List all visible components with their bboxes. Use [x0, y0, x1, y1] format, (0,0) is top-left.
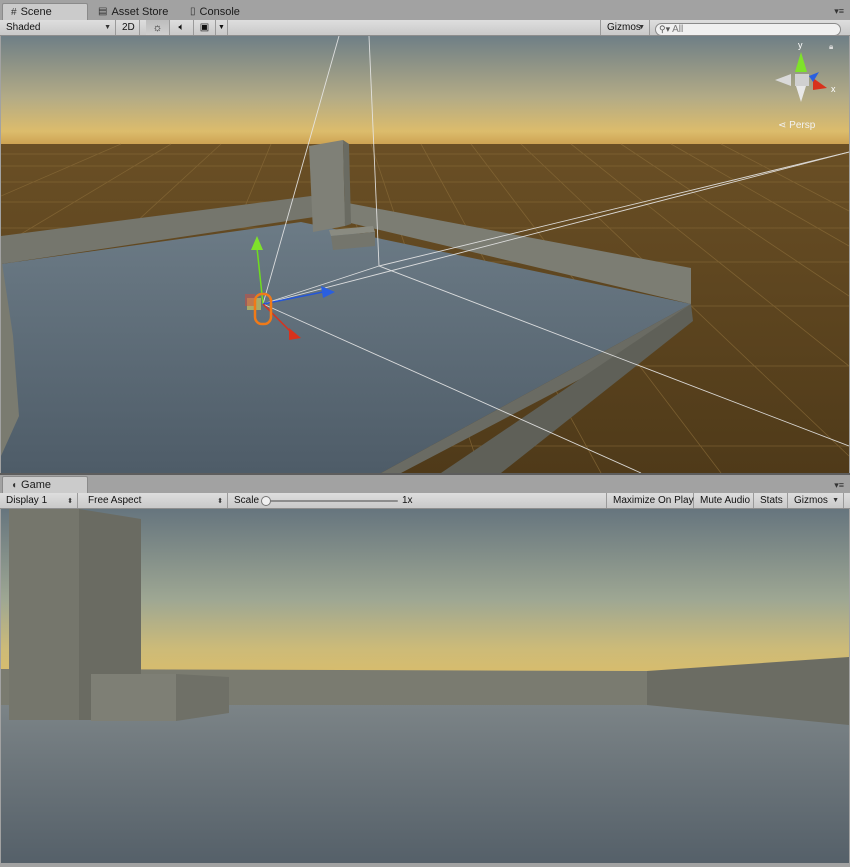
game-pillar-front — [9, 509, 79, 720]
projection-label: Persp — [789, 120, 816, 131]
sky — [1, 36, 849, 148]
scene-render — [1, 36, 849, 473]
audio-toggle[interactable]: 🔈︎ — [170, 20, 194, 35]
pacman-icon: ◖ — [11, 479, 18, 491]
projection-icon: ⋖ — [778, 120, 787, 131]
game-block-side — [176, 674, 229, 721]
pillar-front — [309, 140, 345, 232]
maximize-on-play-label: Maximize On Play — [613, 495, 694, 506]
scene-viewport[interactable]: y x 🔒︎ ⋖ Persp — [1, 36, 849, 473]
gizmo-x-label: x — [831, 84, 836, 94]
grid-icon: # — [11, 6, 17, 18]
game-toolbar: Display 1 ⬍ Free Aspect ⬍ Scale 1x Maxim… — [0, 493, 850, 509]
tab-scene[interactable]: # Scene — [2, 3, 88, 20]
chevron-down-icon: ▼ — [104, 24, 111, 31]
image-icon: ▣ — [199, 22, 210, 33]
mute-audio-toggle[interactable]: Mute Audio — [694, 493, 754, 508]
mode-2d-label: 2D — [122, 22, 135, 33]
game-block-front — [91, 674, 176, 721]
scene-tab-strip: # Scene ▤ Asset Store ▯ Console ▾≡ — [0, 0, 850, 20]
shading-mode-dropdown[interactable]: Shaded ▼ — [0, 20, 116, 35]
orientation-gizmo-graphic — [775, 52, 827, 102]
scene-search-input[interactable]: ⚲▾ All — [655, 23, 841, 36]
search-placeholder: All — [672, 24, 684, 35]
bag-icon: ▤ — [98, 6, 108, 17]
display-dropdown[interactable]: Display 1 ⬍ — [0, 493, 78, 508]
tab-console-label: Console — [199, 5, 240, 18]
aspect-value: Free Aspect — [88, 495, 142, 506]
game-gizmos-label: Gizmos — [794, 495, 828, 506]
game-panel-menu-icon[interactable]: ▾≡ — [834, 480, 844, 491]
game-floor — [1, 703, 849, 863]
chevron-down-icon: ▼ — [218, 24, 225, 31]
stats-toggle[interactable]: Stats — [754, 493, 788, 508]
chevron-down-icon: ▼ — [638, 24, 645, 31]
updown-icon: ⬍ — [67, 497, 73, 505]
effects-dropdown[interactable]: ▼ — [216, 20, 228, 35]
console-icon: ▯ — [190, 6, 196, 17]
scene-toolbar: Shaded ▼ 2D ☼ 🔈︎ ▣ ▼ Gizmos ▼ ⚲▾ All — [0, 20, 850, 36]
scale-label: Scale — [234, 495, 260, 506]
lock-icon[interactable]: 🔒︎ — [829, 42, 833, 52]
tab-asset-store[interactable]: ▤ Asset Store — [90, 3, 178, 20]
tab-console[interactable]: ▯ Console — [182, 3, 252, 20]
updown-icon: ⬍ — [217, 497, 223, 505]
sun-icon: ☼ — [152, 21, 163, 34]
game-tab-strip: ◖ Game ▾≡ — [0, 475, 850, 493]
scene-gizmos-dropdown[interactable]: Gizmos ▼ — [600, 20, 650, 35]
game-viewport[interactable] — [1, 509, 849, 863]
speaker-icon: 🔈︎ — [178, 22, 185, 33]
gizmo-y-label: y — [798, 40, 803, 50]
scene-gizmos-label: Gizmos — [607, 22, 641, 33]
tab-game[interactable]: ◖ Game — [2, 476, 88, 493]
projection-toggle[interactable]: ⋖ Persp — [778, 120, 815, 131]
tab-game-label: Game — [21, 479, 52, 491]
game-gizmos-dropdown[interactable]: Gizmos ▼ — [788, 493, 844, 508]
tab-scene-label: Scene — [20, 6, 52, 18]
tab-asset-store-label: Asset Store — [111, 5, 169, 18]
search-icon: ⚲▾ — [659, 24, 671, 34]
scale-control: Scale 1x — [228, 493, 606, 508]
stats-label: Stats — [760, 495, 783, 506]
orientation-gizmo[interactable]: y x 🔒︎ — [771, 40, 841, 112]
shading-mode-value: Shaded — [6, 22, 41, 33]
display-value: Display 1 — [6, 495, 48, 506]
scale-value: 1x — [402, 495, 413, 506]
maximize-on-play-toggle[interactable]: Maximize On Play — [606, 493, 694, 508]
lighting-toggle[interactable]: ☼ — [146, 20, 170, 35]
mute-audio-label: Mute Audio — [700, 495, 751, 506]
scale-slider-thumb[interactable] — [261, 496, 271, 506]
panel-menu-icon[interactable]: ▾≡ — [834, 6, 844, 17]
game-render — [1, 509, 849, 863]
mode-2d-toggle[interactable]: 2D — [116, 20, 140, 35]
aspect-dropdown[interactable]: Free Aspect ⬍ — [82, 493, 228, 508]
chevron-down-icon: ▼ — [832, 497, 839, 504]
scale-slider-track[interactable] — [264, 500, 398, 502]
effects-toggle[interactable]: ▣ — [194, 20, 216, 35]
